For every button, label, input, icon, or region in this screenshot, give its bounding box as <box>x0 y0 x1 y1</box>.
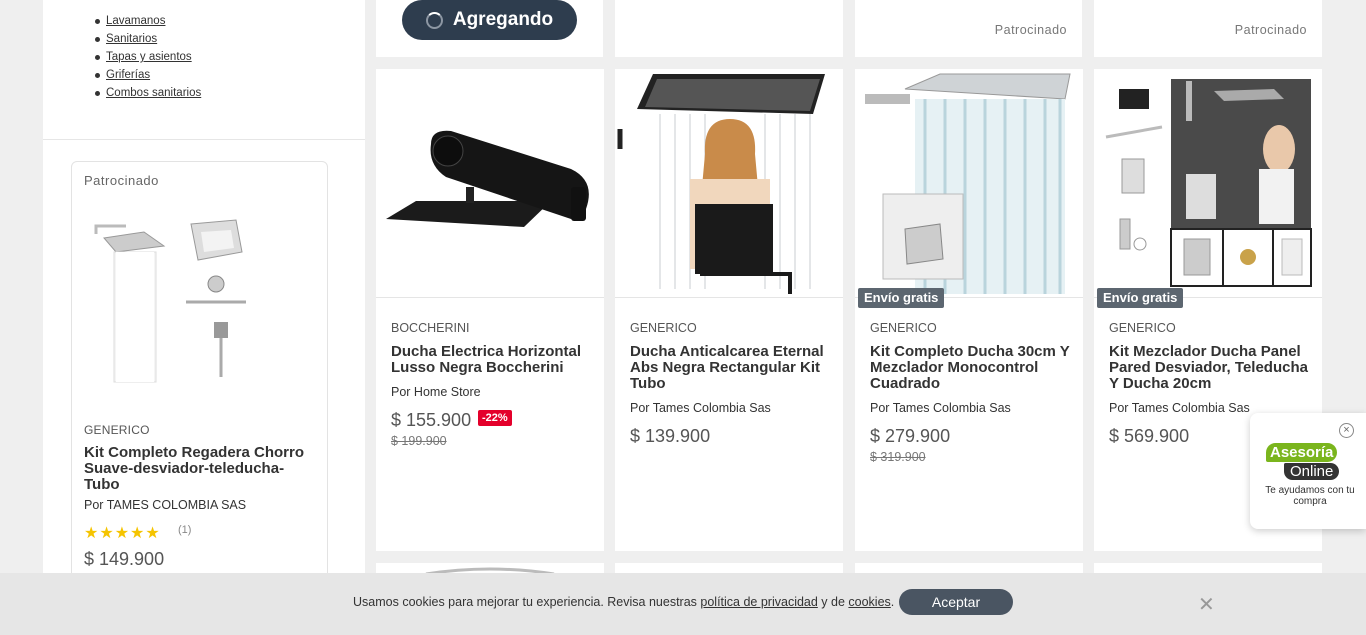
rating-count: (1) <box>178 524 192 536</box>
cookie-text: Usamos cookies para mejorar tu experienc… <box>353 595 701 609</box>
category-link-griferias[interactable]: Griferías <box>106 69 150 81</box>
sponsored-label: Patrocinado <box>1234 23 1307 37</box>
product-brand: GENERICO <box>870 321 937 335</box>
product-card-top[interactable]: Agregando <box>376 0 603 57</box>
category-list: Lavamanos Sanitarios Tapas y asientos Gr… <box>95 12 201 102</box>
asesoria-label: Asesoría <box>1266 443 1338 462</box>
product-image <box>615 69 843 298</box>
online-label: Online <box>1284 463 1340 480</box>
divider <box>43 139 365 140</box>
old-price: $ 319.900 <box>870 450 926 464</box>
product-card[interactable]: GENERICO Ducha Anticalcarea Eternal Abs … <box>615 69 843 551</box>
product-card-top[interactable]: Patrocinado <box>855 0 1082 57</box>
category-link-lavamanos[interactable]: Lavamanos <box>106 15 165 27</box>
cookie-text: y de <box>817 595 849 609</box>
product-title[interactable]: Ducha Anticalcarea Eternal Abs Negra Rec… <box>630 344 830 392</box>
product-card-top[interactable] <box>615 0 843 57</box>
sponsored-label: Patrocinado <box>994 23 1067 37</box>
online-advisory-widget[interactable]: × Asesoría Online Te ayudamos con tu com… <box>1250 413 1366 529</box>
star-rating-icon: ★★★★★ <box>84 525 161 542</box>
cookies-link[interactable]: cookies <box>848 595 890 609</box>
loading-spinner-icon <box>425 11 443 29</box>
product-image <box>855 69 1083 298</box>
product-price: $ 139.900 <box>630 426 711 446</box>
product-image <box>376 69 604 298</box>
product-price: $ 149.900 <box>84 549 165 569</box>
category-item: Griferías <box>95 66 201 84</box>
cookie-message: Usamos cookies para mejorar tu experienc… <box>353 595 894 609</box>
free-shipping-badge: Envío gratis <box>1097 288 1184 308</box>
product-image <box>1094 69 1322 298</box>
product-title[interactable]: Kit Completo Regadera Chorro Suave-desvi… <box>84 445 316 493</box>
product-seller: Por Home Store <box>391 385 481 399</box>
close-icon[interactable]: ✕ <box>1198 592 1215 617</box>
product-title[interactable]: Ducha Electrica Horizontal Lusso Negra B… <box>391 344 591 376</box>
product-card-top[interactable]: Patrocinado <box>1094 0 1322 57</box>
product-brand: GENERICO <box>630 321 697 335</box>
product-title[interactable]: Kit Completo Ducha 30cm Y Mezclador Mono… <box>870 344 1070 392</box>
asesoria-subtitle: Te ayudamos con tu compra <box>1265 485 1355 507</box>
free-shipping-badge: Envío gratis <box>858 288 945 308</box>
cookie-text: . <box>890 595 895 609</box>
category-link-sanitarios[interactable]: Sanitarios <box>106 33 157 45</box>
category-link-combos[interactable]: Combos sanitarios <box>106 87 201 99</box>
category-link-tapas[interactable]: Tapas y asientos <box>106 51 192 63</box>
category-item: Lavamanos <box>95 12 201 30</box>
product-price: $ 155.900 <box>391 410 472 430</box>
sidebar: Lavamanos Sanitarios Tapas y asientos Gr… <box>43 0 365 635</box>
discount-badge: -22% <box>478 410 512 426</box>
product-brand: BOCCHERINI <box>391 321 470 335</box>
product-card[interactable]: Envío gratis GENERICO Kit Completo Ducha… <box>855 69 1083 551</box>
sponsored-product-card[interactable]: Patrocinado GENERICO Kit Completo Regade… <box>71 161 328 635</box>
accept-cookies-button[interactable]: Aceptar <box>899 589 1013 615</box>
product-brand: GENERICO <box>1109 321 1176 335</box>
product-seller: Por Tames Colombia Sas <box>870 401 1011 415</box>
product-seller: Por Tames Colombia Sas <box>1109 401 1250 415</box>
product-price: $ 279.900 <box>870 426 951 446</box>
old-price: $ 199.900 <box>391 434 447 448</box>
adding-to-cart-button[interactable]: Agregando <box>402 0 577 40</box>
cookie-banner: Usamos cookies para mejorar tu experienc… <box>0 573 1366 635</box>
category-item: Sanitarios <box>95 30 201 48</box>
product-title[interactable]: Kit Mezclador Ducha Panel Pared Desviado… <box>1109 344 1309 392</box>
product-seller: Por Tames Colombia Sas <box>630 401 771 415</box>
product-price: $ 569.900 <box>1109 426 1190 446</box>
adding-label: Agregando <box>452 9 554 30</box>
product-seller: Por TAMES COLOMBIA SAS <box>84 498 247 512</box>
product-brand: GENERICO <box>84 423 150 437</box>
sponsored-label: Patrocinado <box>84 173 159 188</box>
privacy-policy-link[interactable]: política de privacidad <box>700 595 817 609</box>
close-icon[interactable]: × <box>1339 423 1354 438</box>
product-card[interactable]: BOCCHERINI Ducha Electrica Horizontal Lu… <box>376 69 604 551</box>
category-item: Tapas y asientos <box>95 48 201 66</box>
product-image <box>94 219 246 383</box>
category-item: Combos sanitarios <box>95 84 201 102</box>
